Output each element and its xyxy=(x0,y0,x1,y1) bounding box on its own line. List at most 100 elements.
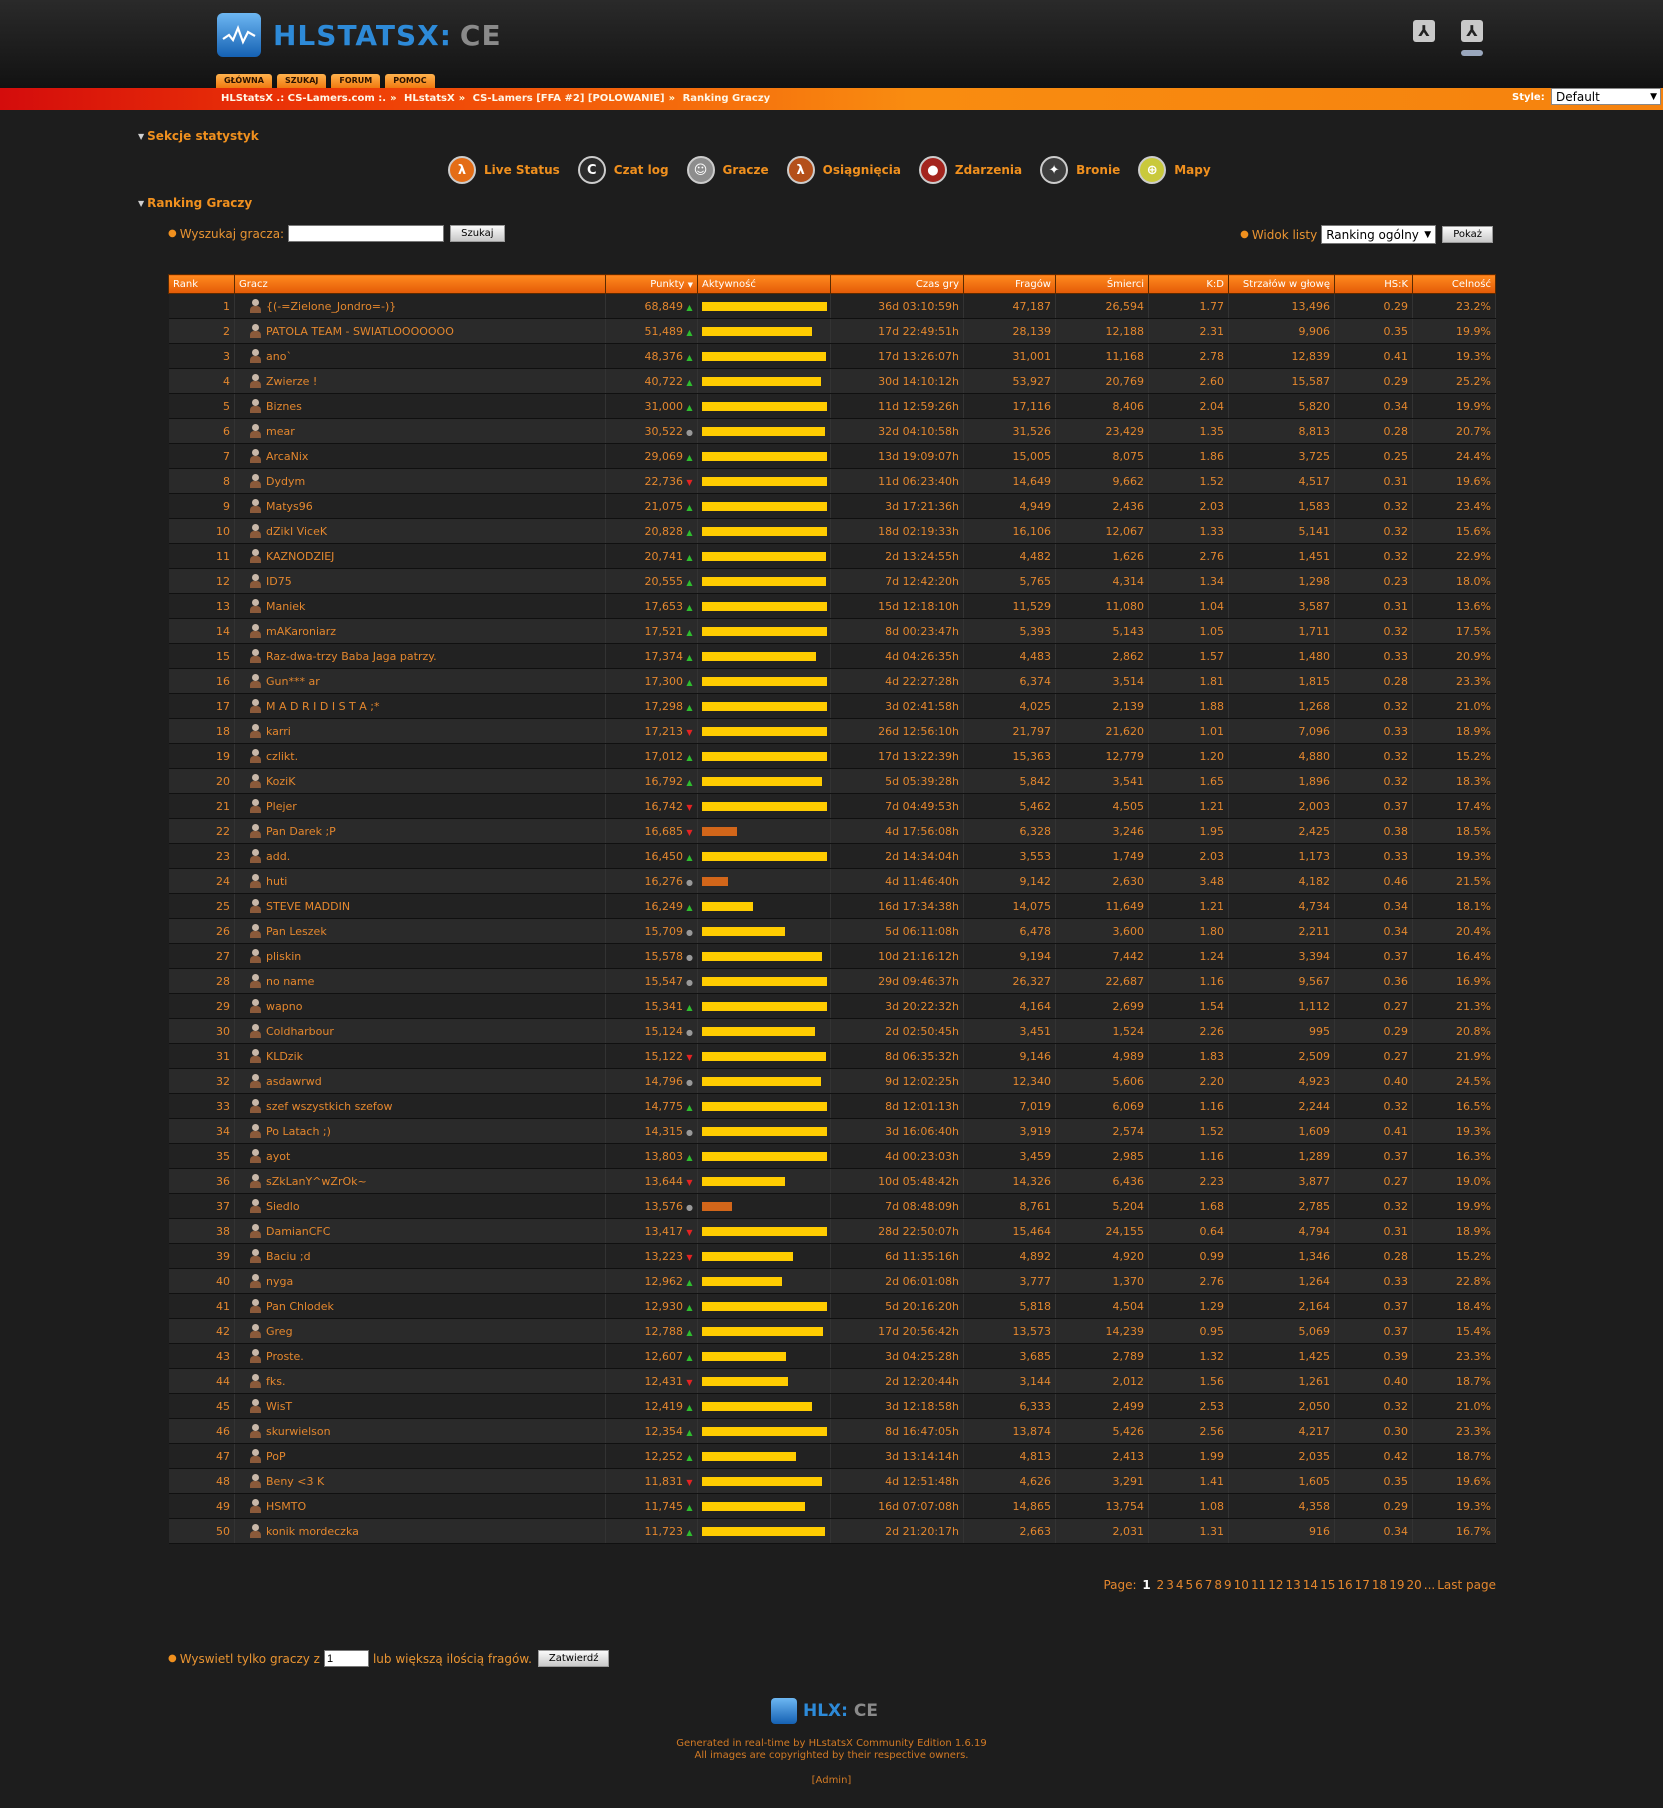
col-accuracy[interactable]: Celność xyxy=(1412,274,1496,294)
player-name-link[interactable]: mear xyxy=(266,425,295,438)
hlstatsx-logo[interactable]: HLSTATSX: CE xyxy=(217,12,502,58)
player-name-link[interactable]: KoziK xyxy=(266,775,295,788)
admin-link[interactable]: [Admin] xyxy=(0,1775,1663,1787)
col-hsk[interactable]: HS:K xyxy=(1334,274,1413,294)
col-player[interactable]: Gracz xyxy=(234,274,606,294)
search-input[interactable] xyxy=(288,225,445,242)
page-link[interactable]: 4 xyxy=(1176,1578,1184,1592)
show-button[interactable]: Pokaż xyxy=(1442,226,1493,243)
player-name-link[interactable]: Beny <3 K xyxy=(266,1475,324,1488)
player-name-link[interactable]: Dydym xyxy=(266,475,305,488)
player-name-link[interactable]: STEVE MADDIN xyxy=(266,900,350,913)
search-button[interactable]: Szukaj xyxy=(450,225,505,242)
page-link[interactable]: 9 xyxy=(1224,1578,1232,1592)
player-name-link[interactable]: PoP xyxy=(266,1450,286,1463)
section-ranking-title[interactable]: ▼ Ranking Graczy xyxy=(138,196,252,210)
player-name-link[interactable]: Biznes xyxy=(266,400,302,413)
player-name-link[interactable]: KAZNODZIEJ xyxy=(266,550,334,563)
player-name-link[interactable]: nyga xyxy=(266,1275,293,1288)
col-activity[interactable]: Aktywność xyxy=(697,274,831,294)
tab-forum[interactable]: FORUM xyxy=(331,74,381,88)
player-name-link[interactable]: add. xyxy=(266,850,290,863)
col-kd[interactable]: K:D xyxy=(1148,274,1229,294)
player-name-link[interactable]: fks. xyxy=(266,1375,285,1388)
player-name-link[interactable]: Po Latach ;) xyxy=(266,1125,331,1138)
page-link[interactable]: 17 xyxy=(1355,1578,1370,1592)
footer-logo[interactable]: HLX: CE xyxy=(771,1698,878,1724)
player-name-link[interactable]: ArcaNix xyxy=(266,450,308,463)
nav-achievements[interactable]: λ Osiągnięcia xyxy=(786,156,901,184)
player-name-link[interactable]: konik mordeczka xyxy=(266,1525,359,1538)
nav-players[interactable]: ☺ Gracze xyxy=(686,156,769,184)
style-select[interactable]: Default ▼ xyxy=(1551,88,1661,105)
player-name-link[interactable]: Pan Darek ;P xyxy=(266,825,336,838)
player-name-link[interactable]: KLDzik xyxy=(266,1050,303,1063)
col-headshots[interactable]: Strzałów w głowę xyxy=(1228,274,1335,294)
page-link[interactable]: 15 xyxy=(1320,1578,1335,1592)
player-name-link[interactable]: Baciu ;d xyxy=(266,1250,311,1263)
player-name-link[interactable]: WisT xyxy=(266,1400,292,1413)
player-name-link[interactable]: Proste. xyxy=(266,1350,304,1363)
tab-pomoc[interactable]: POMOC xyxy=(385,74,435,88)
player-name-link[interactable]: mAKaroniarz xyxy=(266,625,336,638)
player-name-link[interactable]: ano` xyxy=(266,350,292,363)
page-link[interactable]: 5 xyxy=(1185,1578,1193,1592)
nav-live-status[interactable]: λ Live Status xyxy=(448,156,560,184)
player-name-link[interactable]: dZikI ViceK xyxy=(266,525,327,538)
player-name-link[interactable]: szef wszystkich szefow xyxy=(266,1100,393,1113)
player-name-link[interactable]: M A D R I D I S T A ;* xyxy=(266,700,380,713)
page-link[interactable]: 16 xyxy=(1337,1578,1352,1592)
player-name-link[interactable]: sZkLanY^wZrOk~ xyxy=(266,1175,367,1188)
section-stats-title[interactable]: ▼ Sekcje statystyk xyxy=(138,129,259,143)
page-link[interactable]: 3 xyxy=(1166,1578,1174,1592)
player-name-link[interactable]: Plejer xyxy=(266,800,297,813)
page-link[interactable]: 19 xyxy=(1389,1578,1404,1592)
page-link[interactable]: 14 xyxy=(1303,1578,1318,1592)
player-name-link[interactable]: Matys96 xyxy=(266,500,313,513)
player-name-link[interactable]: wapno xyxy=(266,1000,302,1013)
player-name-link[interactable]: ayot xyxy=(266,1150,290,1163)
player-name-link[interactable]: Zwierze ! xyxy=(266,375,317,388)
player-name-link[interactable]: PATOLA TEAM - SWIATLOOOOOOO xyxy=(266,325,454,338)
breadcrumb-site[interactable]: HLStatsX .: CS-Lamers.com :. xyxy=(221,93,386,104)
player-name-link[interactable]: HSMTO xyxy=(266,1500,306,1513)
page-link[interactable]: 13 xyxy=(1286,1578,1301,1592)
page-link[interactable]: 10 xyxy=(1234,1578,1249,1592)
player-name-link[interactable]: Maniek xyxy=(266,600,305,613)
game-cs-alt-icon[interactable]: ⅄ xyxy=(1461,20,1483,42)
breadcrumb-hlstatsx[interactable]: HLstatsX xyxy=(404,93,455,104)
player-name-link[interactable]: no name xyxy=(266,975,314,988)
col-playtime[interactable]: Czas gry xyxy=(830,274,964,294)
page-link[interactable]: 11 xyxy=(1251,1578,1266,1592)
player-name-link[interactable]: DamianCFC xyxy=(266,1225,330,1238)
page-link[interactable]: 12 xyxy=(1268,1578,1283,1592)
player-name-link[interactable]: Pan Chlodek xyxy=(266,1300,334,1313)
min-frags-input[interactable] xyxy=(323,1650,369,1667)
nav-maps[interactable]: ⊕ Mapy xyxy=(1138,156,1211,184)
player-name-link[interactable]: Coldharbour xyxy=(266,1025,334,1038)
breadcrumb-server[interactable]: CS-Lamers [FFA #2] [POLOWANIE] xyxy=(473,93,665,104)
player-name-link[interactable]: huti xyxy=(266,875,287,888)
submit-filter-button[interactable]: Zatwierdź xyxy=(537,1650,610,1667)
list-view-select[interactable]: Ranking ogólny ▼ xyxy=(1321,225,1437,244)
game-cs-icon[interactable]: ⅄ xyxy=(1413,20,1435,42)
tab-glowna[interactable]: GŁÓWNA xyxy=(216,74,272,88)
player-name-link[interactable]: Pan Leszek xyxy=(266,925,327,938)
nav-chat-log[interactable]: C Czat log xyxy=(577,156,669,184)
player-name-link[interactable]: Siedlo xyxy=(266,1200,300,1213)
player-name-link[interactable]: {(-=Zielone_Jondro=-)} xyxy=(266,300,396,313)
page-link[interactable]: 7 xyxy=(1205,1578,1213,1592)
page-link[interactable]: 8 xyxy=(1214,1578,1222,1592)
player-name-link[interactable]: Greg xyxy=(266,1325,293,1338)
player-name-link[interactable]: Raz-dwa-trzy Baba Jaga patrzy. xyxy=(266,650,437,663)
player-name-link[interactable]: pliskin xyxy=(266,950,301,963)
page-link[interactable]: 20 xyxy=(1406,1578,1421,1592)
player-name-link[interactable]: czlikt. xyxy=(266,750,298,763)
page-link[interactable]: 18 xyxy=(1372,1578,1387,1592)
col-kills[interactable]: Fragów xyxy=(963,274,1056,294)
col-points[interactable]: Punkty ▼ xyxy=(605,274,698,294)
page-link[interactable]: 6 xyxy=(1195,1578,1203,1592)
player-name-link[interactable]: Gun*** ar xyxy=(266,675,320,688)
nav-events[interactable]: ● Zdarzenia xyxy=(918,156,1022,184)
player-name-link[interactable]: skurwielson xyxy=(266,1425,331,1438)
